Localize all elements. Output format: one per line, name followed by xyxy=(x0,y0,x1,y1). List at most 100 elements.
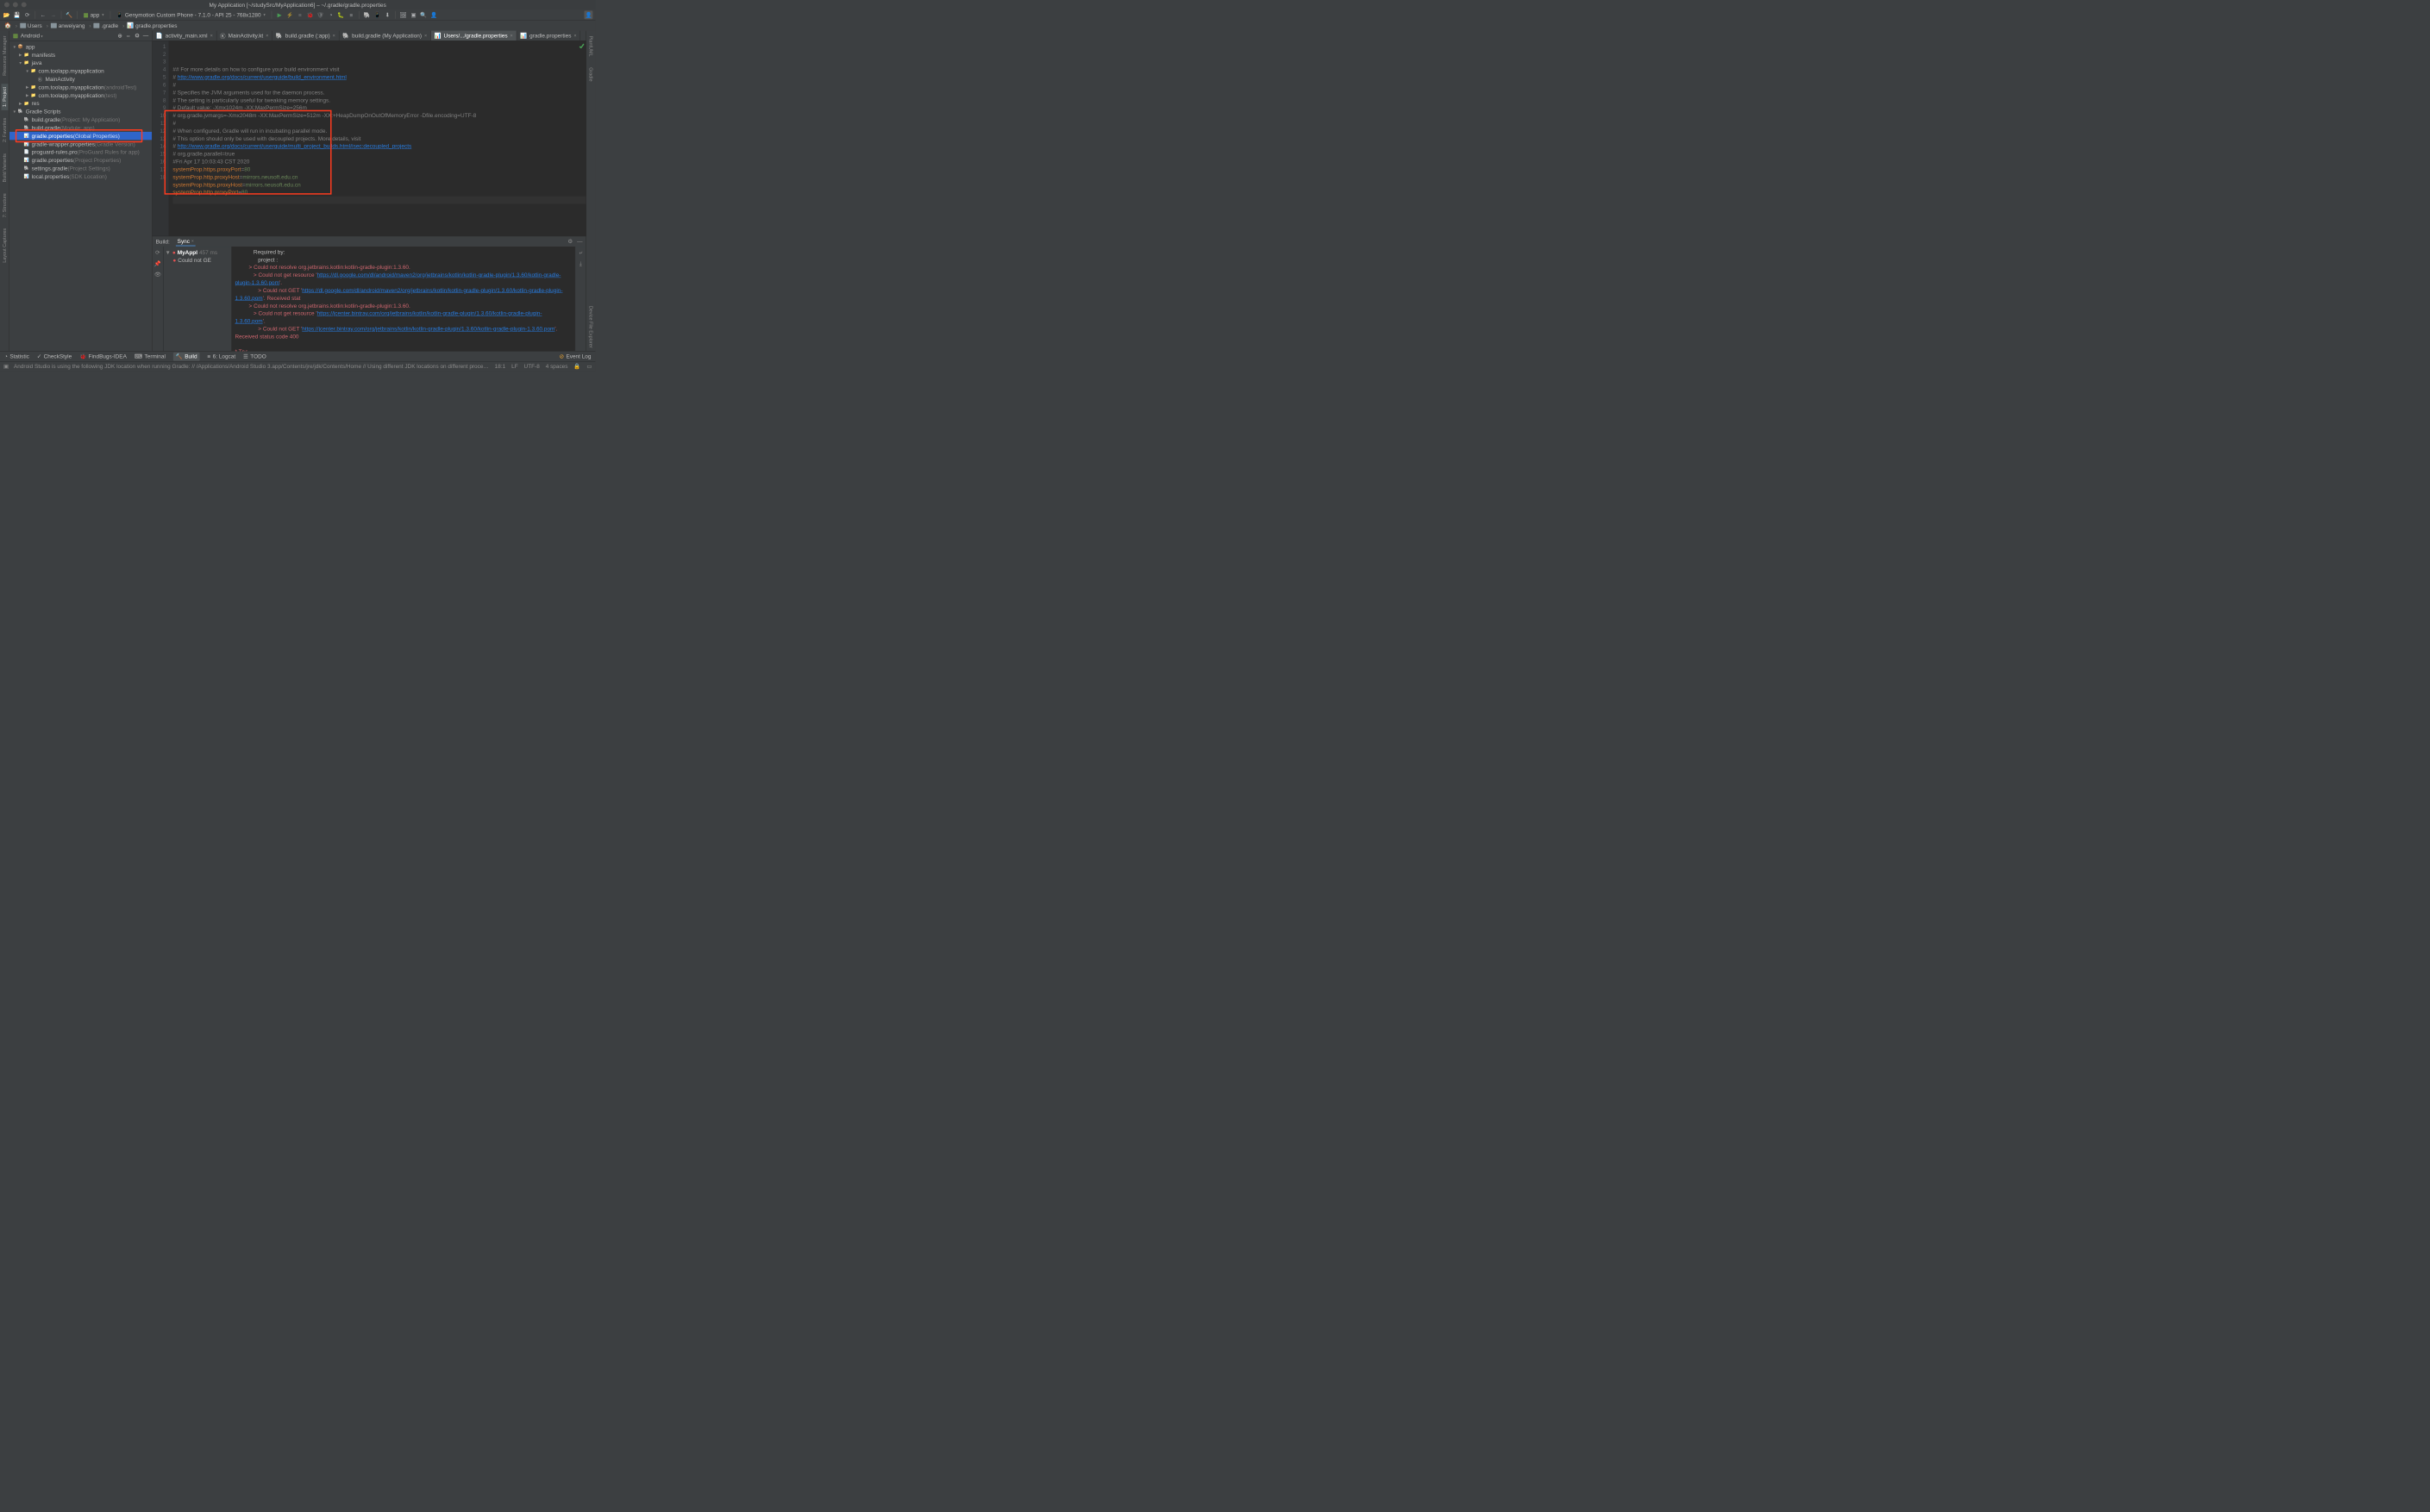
apply-changes-icon[interactable]: ⚡ xyxy=(285,10,294,19)
layout-inspector-icon[interactable]: ▣ xyxy=(410,10,418,19)
project-tool[interactable]: 1: Project xyxy=(1,84,8,110)
tree-node[interactable]: 📄proguard-rules.pro (ProGuard Rules for … xyxy=(9,148,152,156)
caret-position[interactable]: 18:1 xyxy=(495,363,506,370)
bottom-tool-terminal[interactable]: ⌨Terminal xyxy=(135,353,166,360)
lock-icon[interactable]: 🔒 xyxy=(573,363,580,370)
close-icon[interactable]: × xyxy=(191,239,194,243)
close-icon[interactable]: × xyxy=(424,33,427,38)
editor-tab[interactable]: 📄activity_main.xml× xyxy=(153,31,217,41)
tree-node[interactable]: 🐘settings.gradle (Project Settings) xyxy=(9,165,152,172)
build-output[interactable]: Required by: project : > Could not resol… xyxy=(232,247,575,351)
help-icon[interactable]: 👤 xyxy=(429,10,438,19)
profile-icon[interactable]: ◔ xyxy=(327,10,335,19)
run-icon[interactable]: ▶ xyxy=(275,10,284,19)
gear-icon[interactable]: ⚙ xyxy=(567,238,573,245)
toolwindow-toggle-icon[interactable]: ▣ xyxy=(3,363,9,370)
editor-tab[interactable]: 📊Users/.../gradle.properties× xyxy=(431,31,517,41)
layout-captures-tool[interactable]: Layout Captures xyxy=(1,225,8,266)
close-icon[interactable]: × xyxy=(210,33,213,38)
resource-manager-tool[interactable]: Resource Manager xyxy=(1,33,8,79)
breadcrumb-item[interactable]: 🏠 xyxy=(4,22,20,29)
breadcrumb-item[interactable]: Users xyxy=(20,22,51,28)
breadcrumb-item[interactable]: anweiyang xyxy=(51,22,94,28)
gradle-tool[interactable]: Gradle xyxy=(587,64,594,84)
hide-icon[interactable]: — xyxy=(143,32,148,39)
module-selector[interactable]: ▦ app xyxy=(81,10,107,19)
build-tab-sync[interactable]: Sync × xyxy=(176,237,196,246)
tree-node[interactable]: 📊local.properties (SDK Location) xyxy=(9,172,152,180)
tree-node[interactable]: 📁com.toolapp.myapplication xyxy=(9,67,152,75)
editor[interactable]: 123456789101112131415161718 ## For more … xyxy=(153,41,586,236)
restart-icon[interactable]: ⟳ xyxy=(155,249,160,256)
tree-node[interactable]: ⓀMainActivity xyxy=(9,75,152,83)
tree-node[interactable]: 📁com.toolapp.myapplication (androidTest) xyxy=(9,84,152,91)
avd-manager-icon[interactable]: 📱 xyxy=(373,10,382,19)
indent[interactable]: 4 spaces xyxy=(546,363,568,370)
attach-debugger-icon[interactable]: 🐛 xyxy=(336,10,345,19)
hide-icon[interactable]: — xyxy=(577,238,582,245)
tree-node[interactable]: 🐘build.gradle (Project: My Application) xyxy=(9,116,152,123)
editor-tab[interactable]: 📊gradle.properties× xyxy=(517,31,580,41)
tree-node[interactable]: 📦app xyxy=(9,42,152,50)
user-icon[interactable]: 👤 xyxy=(585,10,593,19)
memory-indicator[interactable]: ▭ xyxy=(586,363,592,370)
target-icon[interactable]: ⊕ xyxy=(117,32,122,39)
breadcrumb-item[interactable]: .gradle xyxy=(94,22,128,28)
build-variants-tool[interactable]: Build Variants xyxy=(1,150,8,185)
apply-code-changes-icon[interactable]: ≡ xyxy=(296,10,304,19)
tree-node[interactable]: 📁res xyxy=(9,99,152,107)
structure-tool[interactable]: 7: Structure xyxy=(1,190,8,221)
project-view-selector[interactable]: Android xyxy=(21,33,43,39)
tree-node[interactable]: 📁com.toolapp.myapplication (test) xyxy=(9,91,152,99)
open-icon[interactable]: 📂 xyxy=(3,10,11,19)
collapse-icon[interactable]: ⇔ xyxy=(126,32,131,39)
code-area[interactable]: ## For more details on how to configure … xyxy=(168,41,586,236)
build-event-tree[interactable]: ▼ ● MyAppl 457 ms ● Could not GE xyxy=(164,247,232,351)
make-icon[interactable]: 🔨 xyxy=(65,10,73,19)
breadcrumb-item[interactable]: 📊 gradle.properties xyxy=(127,22,184,29)
tree-node[interactable]: 📊gradle-wrapper.properties (Gradle Versi… xyxy=(9,140,152,147)
close-icon[interactable]: × xyxy=(266,33,268,38)
device-file-explorer-tool[interactable]: Device File Explorer xyxy=(587,303,594,352)
coverage-icon[interactable]: 🛡 xyxy=(316,10,325,19)
tree-node[interactable]: 📁manifests xyxy=(9,51,152,59)
back-icon[interactable]: ← xyxy=(39,10,47,19)
line-ending[interactable]: LF xyxy=(511,363,518,370)
soft-wrap-icon[interactable]: ⤶ xyxy=(579,249,583,256)
settings-icon[interactable]: ⚙ xyxy=(135,32,140,39)
sync-icon[interactable]: ⟳ xyxy=(23,10,32,19)
pin-icon[interactable]: 📌 xyxy=(154,260,161,267)
bottom-tool-checkstyle[interactable]: ✓CheckStyle xyxy=(37,353,72,360)
save-icon[interactable]: 💾 xyxy=(13,10,22,19)
tree-node[interactable]: 📁java xyxy=(9,59,152,66)
bottom-tool-todo[interactable]: ☰TODO xyxy=(243,353,266,360)
bottom-tool-6-logcat[interactable]: ≡6: Logcat xyxy=(207,353,235,359)
debug-icon[interactable]: 🐞 xyxy=(306,10,315,19)
tree-node[interactable]: 📊gradle.properties (Global Properties) xyxy=(9,132,152,140)
editor-tab[interactable]: 🐘build.gradle (My Application)× xyxy=(339,31,430,41)
event-log-tool[interactable]: ⊘ Event Log xyxy=(560,353,592,360)
close-icon[interactable]: × xyxy=(510,33,513,38)
bottom-tool-statistic[interactable]: ◔Statistic xyxy=(4,353,29,359)
stop-icon[interactable]: ■ xyxy=(347,10,355,19)
encoding[interactable]: UTF-8 xyxy=(524,363,540,370)
bottom-tool-findbugs-idea[interactable]: 🐞FindBugs-IDEA xyxy=(79,353,127,360)
editor-tab[interactable]: 🐘build.gradle (:app)× xyxy=(272,31,339,41)
editor-tab[interactable]: ⓀMainActivity.kt× xyxy=(216,31,272,41)
plantuml-tool[interactable]: PlantUML xyxy=(587,33,594,60)
bottom-tool-build[interactable]: 🔨Build xyxy=(173,353,200,361)
sync-gradle-icon[interactable]: 🐘 xyxy=(363,10,372,19)
forward-icon[interactable]: → xyxy=(49,10,58,19)
scroll-end-icon[interactable]: ⤓ xyxy=(579,260,582,267)
resource-manager-icon[interactable]: 🖼 xyxy=(399,10,408,19)
search-icon[interactable]: 🔍 xyxy=(419,10,428,19)
favorites-tool[interactable]: 2: Favorites xyxy=(1,115,8,146)
tree-node[interactable]: 🐘Gradle Scripts xyxy=(9,108,152,116)
device-selector[interactable]: 📱 Genymotion Custom Phone - 7.1.0 - API … xyxy=(114,10,268,19)
project-tree[interactable]: 📦app📁manifests📁java📁com.toolapp.myapplic… xyxy=(9,41,152,352)
sdk-manager-icon[interactable]: ⬇ xyxy=(383,10,391,19)
view-icon[interactable]: 👁 xyxy=(154,272,161,278)
tree-node[interactable]: 📊gradle.properties (Project Properties) xyxy=(9,156,152,164)
close-icon[interactable]: × xyxy=(333,33,335,38)
close-icon[interactable]: × xyxy=(573,33,576,38)
